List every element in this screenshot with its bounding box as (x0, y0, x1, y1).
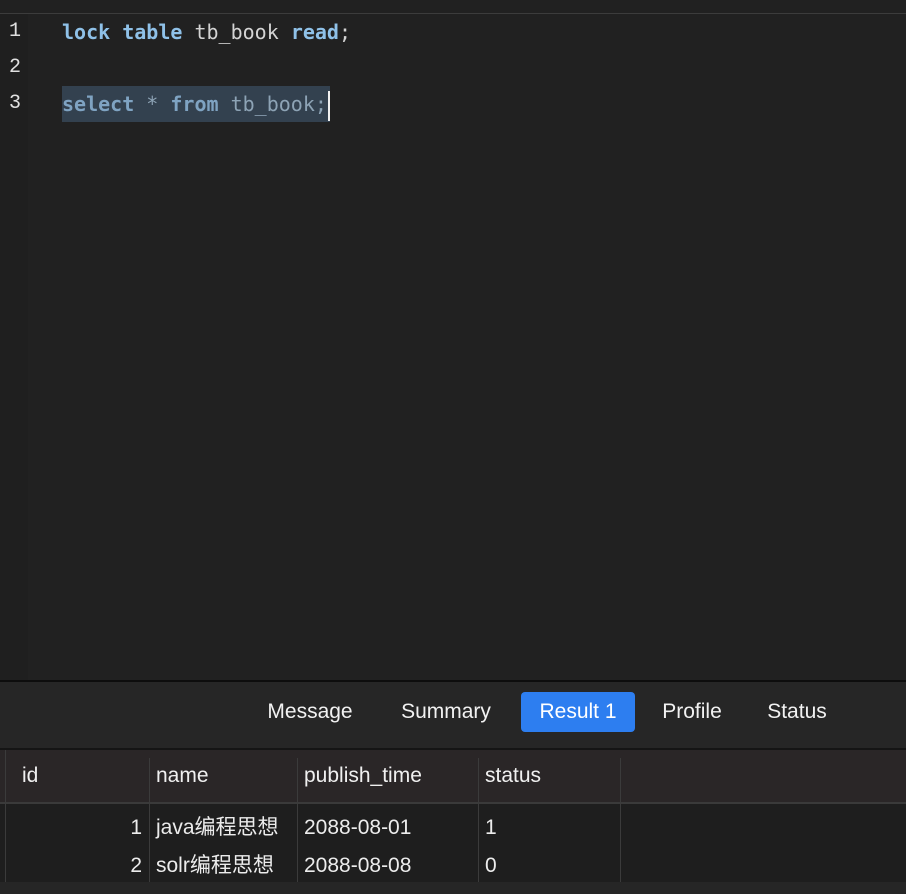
sql-editor[interactable]: 1 2 3 lock table tb_book read; select * … (0, 0, 906, 680)
sql-keyword: read (290, 20, 339, 44)
sql-keyword: from (170, 92, 219, 116)
cell-id[interactable]: 1 (100, 809, 142, 847)
result-grid: id name publish_time status 1 java编程思想 2… (0, 750, 906, 894)
text-cursor (327, 90, 330, 121)
sql-keyword: select (62, 92, 135, 116)
column-header-publish-time[interactable]: publish_time (304, 750, 422, 802)
cell-name[interactable]: java编程思想 (156, 809, 279, 847)
sql-keyword: table (122, 20, 183, 44)
line-number: 2 (9, 56, 22, 79)
sql-client-window: 1 2 3 lock table tb_book read; select * … (0, 0, 906, 894)
column-header-id[interactable]: id (22, 750, 38, 802)
cell-status[interactable]: 1 (485, 809, 497, 847)
line-number: 3 (9, 92, 22, 115)
empty-row-stripe (0, 882, 906, 894)
table-row[interactable]: 2 solr编程思想 2088-08-08 0 (0, 847, 906, 885)
sql-token: tb_book; (218, 92, 327, 116)
cell-publish-time[interactable]: 2088-08-08 (304, 847, 411, 885)
sql-token: * (134, 92, 171, 116)
tab-result-1[interactable]: Result 1 (521, 692, 635, 732)
table-row[interactable]: 1 java编程思想 2088-08-01 1 (0, 809, 906, 847)
grid-header-row: id name publish_time status (0, 750, 906, 804)
tab-status[interactable]: Status (752, 692, 842, 732)
tab-summary[interactable]: Summary (386, 692, 506, 732)
column-header-name[interactable]: name (156, 750, 209, 802)
result-tab-bar: Message Summary Result 1 Profile Status (0, 682, 906, 748)
tab-profile[interactable]: Profile (648, 692, 736, 732)
sql-keyword: lock (62, 20, 111, 44)
tab-message[interactable]: Message (252, 692, 368, 732)
cell-status[interactable]: 0 (485, 847, 497, 885)
sql-token: ; (338, 20, 352, 44)
cell-id[interactable]: 2 (100, 847, 142, 885)
sql-token: tb_book (182, 20, 291, 44)
cell-name[interactable]: solr编程思想 (156, 847, 274, 885)
line-number: 1 (9, 20, 22, 43)
cell-publish-time[interactable]: 2088-08-01 (304, 809, 411, 847)
code-line-lock-table[interactable]: lock table tb_book read; (62, 14, 351, 50)
code-line-select[interactable]: select * from tb_book; (62, 86, 330, 122)
column-header-status[interactable]: status (485, 750, 541, 802)
